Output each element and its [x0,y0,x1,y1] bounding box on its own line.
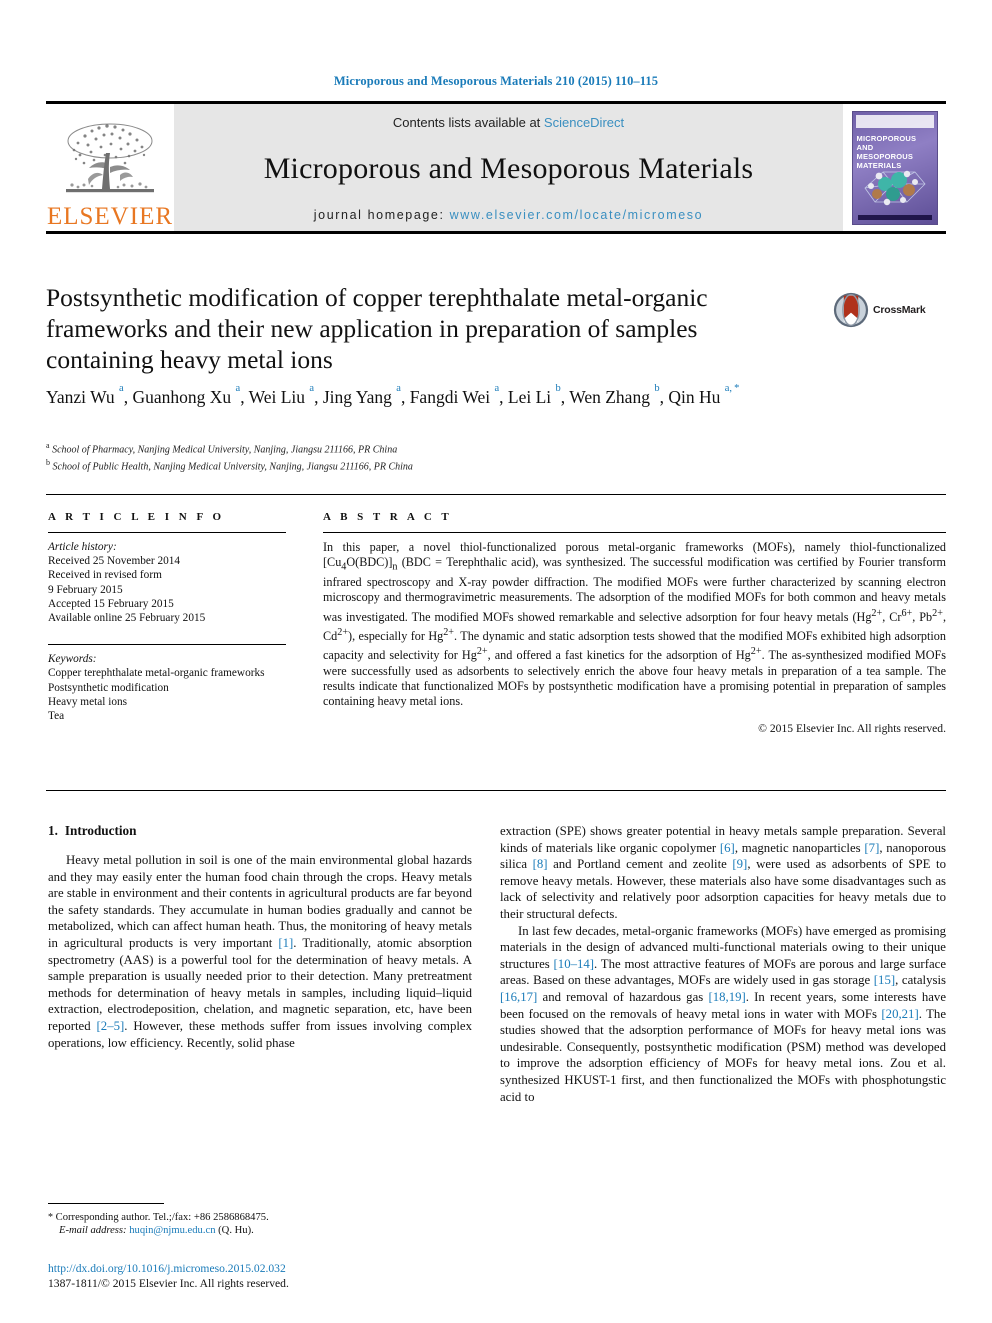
elsevier-tree-icon [66,123,154,193]
cover-framework-icon [863,170,926,205]
abstract-text: In this paper, a novel thiol-functionali… [323,540,947,709]
corresponding-author-footnote: * Corresponding author. Tel.;/fax: +86 2… [48,1203,472,1238]
cover-image: MICROPOROUS AND MESOPOROUS MATERIALS [851,110,938,225]
cover-bottom-bar [857,214,932,220]
history-item: Available online 25 February 2015 [48,612,206,625]
running-head: Microporous and Mesoporous Materials 210… [333,74,659,88]
affiliation-mark-a: a [46,441,50,450]
section-title: Introduction [64,823,137,838]
elsevier-logo: ELSEVIER [46,104,174,231]
keywords-label: Keywords: [48,653,97,666]
affiliations: a School of Pharmacy, Nanjing Medical Un… [46,440,746,474]
email-address-label: E-mail address: [59,1225,127,1237]
section-heading-introduction: 1. Introduction [48,823,472,839]
footnote-rule [48,1203,164,1204]
article-history: Article history: Received 25 November 20… [48,540,286,625]
abstract-rule [323,532,946,533]
affiliation-b-text: School of Public Health, Nanjing Medical… [52,461,413,473]
intro-paragraph-2: In last few decades, metal-organic frame… [500,923,947,1104]
cover-title-line-1: MICROPOROUS AND [856,133,917,152]
history-item: 9 February 2015 [48,583,123,596]
cover-top-bar [855,114,934,128]
intro-paragraph-1-continued: extraction (SPE) shows greater potential… [500,824,946,921]
issn-copyright-line: 1387-1811/© 2015 Elsevier Inc. All right… [48,1276,289,1290]
article-history-label: Article history: [48,541,117,553]
journal-cover-thumbnail: MICROPOROUS AND MESOPOROUS MATERIALS [843,104,946,231]
info-bottom-divider [46,790,946,791]
footnote-star: * [48,1212,53,1223]
info-top-divider [46,494,946,495]
footer-doi-block: http://dx.doi.org/10.1016/j.micromeso.20… [48,1262,518,1291]
affiliation-b: b School of Public Health, Nanjing Medic… [46,457,746,474]
history-item: Received in revised form [48,569,162,582]
crossmark-label: CrossMark [873,304,926,316]
crossmark-badge[interactable]: CrossMark [833,292,926,328]
sciencedirect-link[interactable]: ScienceDirect [544,115,624,130]
journal-homepage-line: journal homepage: www.elsevier.com/locat… [174,208,843,222]
journal-masthead: ELSEVIER Contents lists available at Sci… [46,101,946,234]
footnote-line-2: E-mail address: huqin@njmu.edu.cn (Q. Hu… [48,1224,472,1237]
homepage-label: journal homepage: [313,208,445,222]
history-item: Accepted 15 February 2015 [48,597,174,610]
affiliation-a: a School of Pharmacy, Nanjing Medical Un… [46,440,746,457]
title-block: Postsynthetic modification of copper ter… [46,282,806,375]
keyword-item: Heavy metal ions [48,695,128,708]
body-column-left: 1. Introduction Heavy metal pollution in … [48,823,472,1051]
abstract-heading: A B S T R A C T [323,511,453,523]
footnote-body: * Corresponding author. Tel.;/fax: +86 2… [48,1211,472,1238]
article-info-rule [48,532,286,533]
keywords-rule [48,644,286,646]
keyword-item: Tea [48,710,65,723]
contents-prefix: Contents lists available at [392,115,541,130]
paper-page: Microporous and Mesoporous Materials 210… [0,0,992,1323]
homepage-url-link[interactable]: www.elsevier.com/locate/micromeso [450,208,704,222]
body-column-right: extraction (SPE) shows greater potential… [500,823,946,1105]
email-suffix: (Q. Hu). [218,1225,254,1237]
abstract-column: A B S T R A C T In this paper, a novel t… [323,511,946,735]
email-link[interactable]: huqin@njmu.edu.cn [129,1225,215,1236]
section-number: 1. [48,823,58,838]
affiliation-a-text: School of Pharmacy, Nanjing Medical Univ… [52,444,398,456]
page-title: Postsynthetic modification of copper ter… [46,283,708,374]
keyword-item: Copper terephthalate metal-organic frame… [48,667,265,680]
author-list: Yanzi Wu a, Guanhong Xu a, Wei Liu a, Ji… [46,382,740,407]
article-info-heading: A R T I C L E I N F O [48,511,225,523]
keywords-block: Keywords: Copper terephthalate metal-org… [48,652,286,723]
affiliation-mark-b: b [46,457,50,467]
footnote-line-1: * Corresponding author. Tel.;/fax: +86 2… [48,1211,472,1224]
journal-title: Microporous and Mesoporous Materials [263,152,754,185]
intro-paragraph-1: Heavy metal pollution in soil is one of … [48,853,473,1050]
keyword-item: Postsynthetic modification [48,681,169,694]
contents-available-line: Contents lists available at ScienceDirec… [174,115,843,130]
history-item: Received 25 November 2014 [48,555,181,568]
elsevier-wordmark: ELSEVIER [46,203,174,230]
abstract-copyright: © 2015 Elsevier Inc. All rights reserved… [758,721,946,735]
corresponding-author-text: Corresponding author. Tel.;/fax: +86 258… [55,1212,269,1223]
masthead-center: Contents lists available at ScienceDirec… [174,104,843,231]
article-info-column: A R T I C L E I N F O Article history: R… [48,511,286,723]
doi-link[interactable]: http://dx.doi.org/10.1016/j.micromeso.20… [48,1262,518,1277]
crossmark-icon [833,292,869,328]
